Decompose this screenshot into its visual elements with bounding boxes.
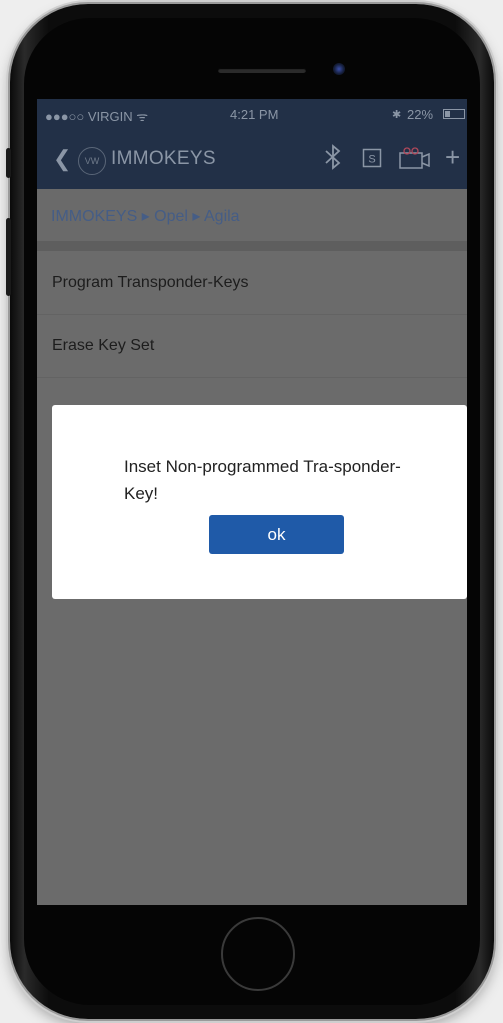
ok-button[interactable]: ok	[209, 515, 344, 554]
vw-logo: VW	[78, 147, 106, 175]
list-item-erase-keys[interactable]: Erase Key Set	[37, 315, 467, 378]
bluetooth-status-icon: ✱	[392, 109, 402, 121]
camera-icon[interactable]	[398, 146, 432, 176]
svg-text:S: S	[368, 154, 375, 166]
breadcrumb: IMMOKEYS ▸ Opel ▸ Agila	[37, 189, 467, 251]
list-item-label: Program Transponder-Keys	[52, 274, 249, 291]
bluetooth-icon[interactable]	[322, 144, 344, 176]
battery-icon	[443, 109, 465, 119]
list-item-label: Erase Key Set	[52, 337, 155, 354]
s-box-icon[interactable]: S	[362, 148, 382, 174]
front-camera	[333, 63, 345, 75]
mute-switch	[6, 148, 11, 178]
alert-dialog: Inset Non-programmed Tra-sponder-Key! ok	[52, 405, 467, 599]
status-bar: ●●●○○ VIRGIN ᯤ 4:21 PM ✱ 22%	[37, 99, 467, 131]
nav-bar: ❮ VW IMMOKEYS S +	[37, 131, 467, 189]
nav-title: IMMOKEYS	[111, 148, 216, 169]
back-chevron-icon[interactable]: ❮	[53, 147, 71, 171]
time-label: 4:21 PM	[230, 107, 279, 122]
dialog-message: Inset Non-programmed Tra-sponder-Key!	[124, 457, 401, 503]
earpiece-speaker	[218, 68, 306, 73]
breadcrumb-path[interactable]: IMMOKEYS ▸ Opel ▸ Agila	[51, 206, 240, 226]
battery-level	[445, 111, 450, 117]
home-button[interactable]	[221, 917, 295, 991]
plus-icon[interactable]: +	[445, 142, 460, 173]
volume-button	[6, 218, 11, 296]
screen: ●●●○○ VIRGIN ᯤ 4:21 PM ✱ 22% ❮ VW IMMOKE…	[37, 99, 467, 905]
carrier-label: ●●●○○ VIRGIN ᯤ	[45, 109, 149, 124]
battery-label: 22%	[407, 107, 434, 122]
list-item-program-keys[interactable]: Program Transponder-Keys	[37, 252, 467, 315]
